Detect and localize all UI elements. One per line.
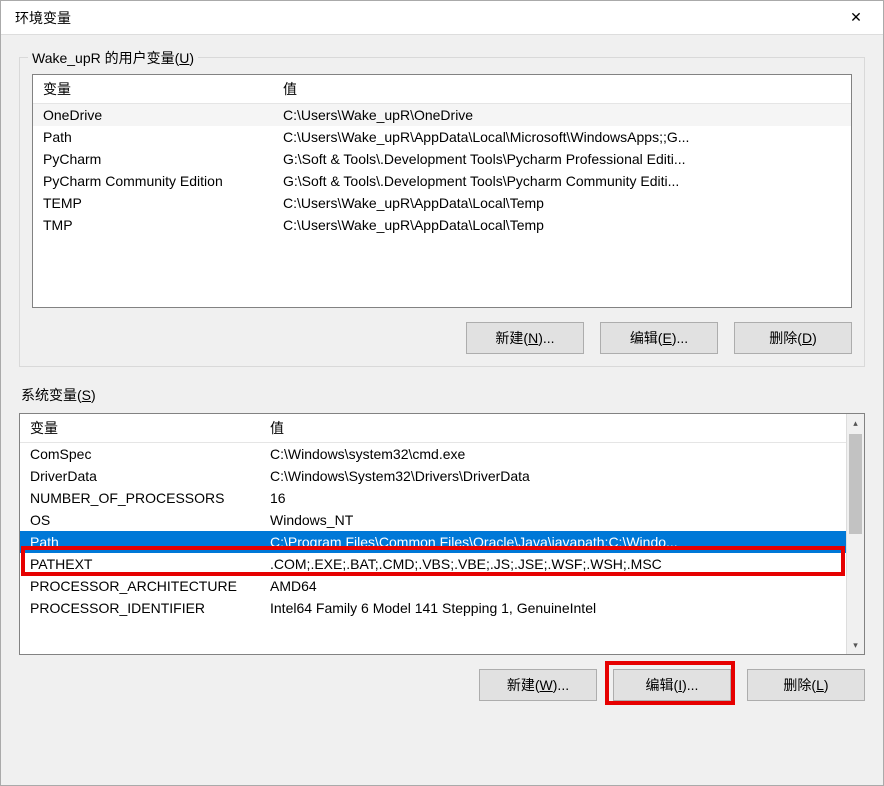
cell-value: C:\Windows\system32\cmd.exe [260, 443, 846, 466]
table-row[interactable]: NUMBER_OF_PROCESSORS16 [20, 487, 846, 509]
user-delete-button[interactable]: 删除(D) [734, 322, 852, 354]
cell-name: PyCharm Community Edition [33, 170, 273, 192]
cell-value: AMD64 [260, 575, 846, 597]
table-row[interactable]: TMPC:\Users\Wake_upR\AppData\Local\Temp [33, 214, 851, 236]
user-vars-label: Wake_upR 的用户变量(U) [28, 48, 198, 68]
user-vars-table-wrap: 变量 值 OneDriveC:\Users\Wake_upR\OneDriveP… [32, 74, 852, 308]
cell-value: .COM;.EXE;.BAT;.CMD;.VBS;.VBE;.JS;.JSE;.… [260, 553, 846, 575]
table-row[interactable]: OSWindows_NT [20, 509, 846, 531]
sys-edit-button[interactable]: 编辑(I)... [613, 669, 731, 701]
sys-delete-button[interactable]: 删除(L) [747, 669, 865, 701]
close-button[interactable]: ✕ [835, 3, 877, 33]
table-row[interactable]: PROCESSOR_ARCHITECTUREAMD64 [20, 575, 846, 597]
sys-vars-table-wrap: 变量 值 ComSpecC:\Windows\system32\cmd.exeD… [19, 413, 865, 655]
col-header-value[interactable]: 值 [260, 414, 846, 443]
cell-value: G:\Soft & Tools\.Development Tools\Pycha… [273, 148, 851, 170]
table-row[interactable]: DriverDataC:\Windows\System32\Drivers\Dr… [20, 465, 846, 487]
col-header-name[interactable]: 变量 [33, 75, 273, 104]
scroll-up-icon[interactable]: ▴ [847, 414, 864, 432]
table-row[interactable]: PathC:\Program Files\Common Files\Oracle… [20, 531, 846, 553]
sys-vars-label: 系统变量(S) [21, 385, 865, 405]
cell-value: C:\Users\Wake_upR\AppData\Local\Temp [273, 192, 851, 214]
sys-new-button[interactable]: 新建(W)... [479, 669, 597, 701]
cell-name: Path [33, 126, 273, 148]
cell-name: OneDrive [33, 104, 273, 127]
table-row[interactable]: PathC:\Users\Wake_upR\AppData\Local\Micr… [33, 126, 851, 148]
table-row[interactable]: PROCESSOR_IDENTIFIERIntel64 Family 6 Mod… [20, 597, 846, 619]
close-icon: ✕ [850, 9, 862, 26]
user-new-button[interactable]: 新建(N)... [466, 322, 584, 354]
env-vars-window: 环境变量 ✕ Wake_upR 的用户变量(U) 变量 值 [0, 0, 884, 786]
cell-name: ComSpec [20, 443, 260, 466]
cell-value: Windows_NT [260, 509, 846, 531]
sys-vars-buttons: 新建(W)... 编辑(I)... 删除(L) [19, 669, 865, 701]
cell-name: TMP [33, 214, 273, 236]
table-row[interactable]: OneDriveC:\Users\Wake_upR\OneDrive [33, 104, 851, 127]
scroll-thumb[interactable] [849, 434, 862, 534]
sys-scrollbar[interactable]: ▴ ▾ [846, 414, 864, 654]
cell-value: C:\Program Files\Common Files\Oracle\Jav… [260, 531, 846, 553]
cell-value: G:\Soft & Tools\.Development Tools\Pycha… [273, 170, 851, 192]
cell-name: PROCESSOR_ARCHITECTURE [20, 575, 260, 597]
table-row[interactable]: TEMPC:\Users\Wake_upR\AppData\Local\Temp [33, 192, 851, 214]
user-vars-table[interactable]: 变量 值 OneDriveC:\Users\Wake_upR\OneDriveP… [33, 75, 851, 236]
cell-name: PyCharm [33, 148, 273, 170]
cell-name: PROCESSOR_IDENTIFIER [20, 597, 260, 619]
col-header-name[interactable]: 变量 [20, 414, 260, 443]
content-area: Wake_upR 的用户变量(U) 变量 值 OneDriveC:\Users\… [1, 35, 883, 785]
user-vars-group: Wake_upR 的用户变量(U) 变量 值 OneDriveC:\Users\… [19, 57, 865, 367]
table-row[interactable]: PyCharm Community EditionG:\Soft & Tools… [33, 170, 851, 192]
user-edit-button[interactable]: 编辑(E)... [600, 322, 718, 354]
table-row[interactable]: PyCharmG:\Soft & Tools\.Development Tool… [33, 148, 851, 170]
cell-value: C:\Users\Wake_upR\AppData\Local\Temp [273, 214, 851, 236]
cell-value: C:\Windows\System32\Drivers\DriverData [260, 465, 846, 487]
window-title: 环境变量 [15, 8, 71, 28]
cell-name: PATHEXT [20, 553, 260, 575]
cell-value: C:\Users\Wake_upR\AppData\Local\Microsof… [273, 126, 851, 148]
cell-name: Path [20, 531, 260, 553]
sys-vars-table[interactable]: 变量 值 ComSpecC:\Windows\system32\cmd.exeD… [20, 414, 846, 619]
scroll-down-icon[interactable]: ▾ [847, 636, 864, 654]
cell-value: C:\Users\Wake_upR\OneDrive [273, 104, 851, 127]
cell-name: NUMBER_OF_PROCESSORS [20, 487, 260, 509]
cell-value: 16 [260, 487, 846, 509]
table-row[interactable]: ComSpecC:\Windows\system32\cmd.exe [20, 443, 846, 466]
col-header-value[interactable]: 值 [273, 75, 851, 104]
cell-name: OS [20, 509, 260, 531]
cell-value: Intel64 Family 6 Model 141 Stepping 1, G… [260, 597, 846, 619]
table-row[interactable]: PATHEXT.COM;.EXE;.BAT;.CMD;.VBS;.VBE;.JS… [20, 553, 846, 575]
titlebar: 环境变量 ✕ [1, 1, 883, 35]
cell-name: DriverData [20, 465, 260, 487]
cell-name: TEMP [33, 192, 273, 214]
user-vars-buttons: 新建(N)... 编辑(E)... 删除(D) [32, 322, 852, 354]
